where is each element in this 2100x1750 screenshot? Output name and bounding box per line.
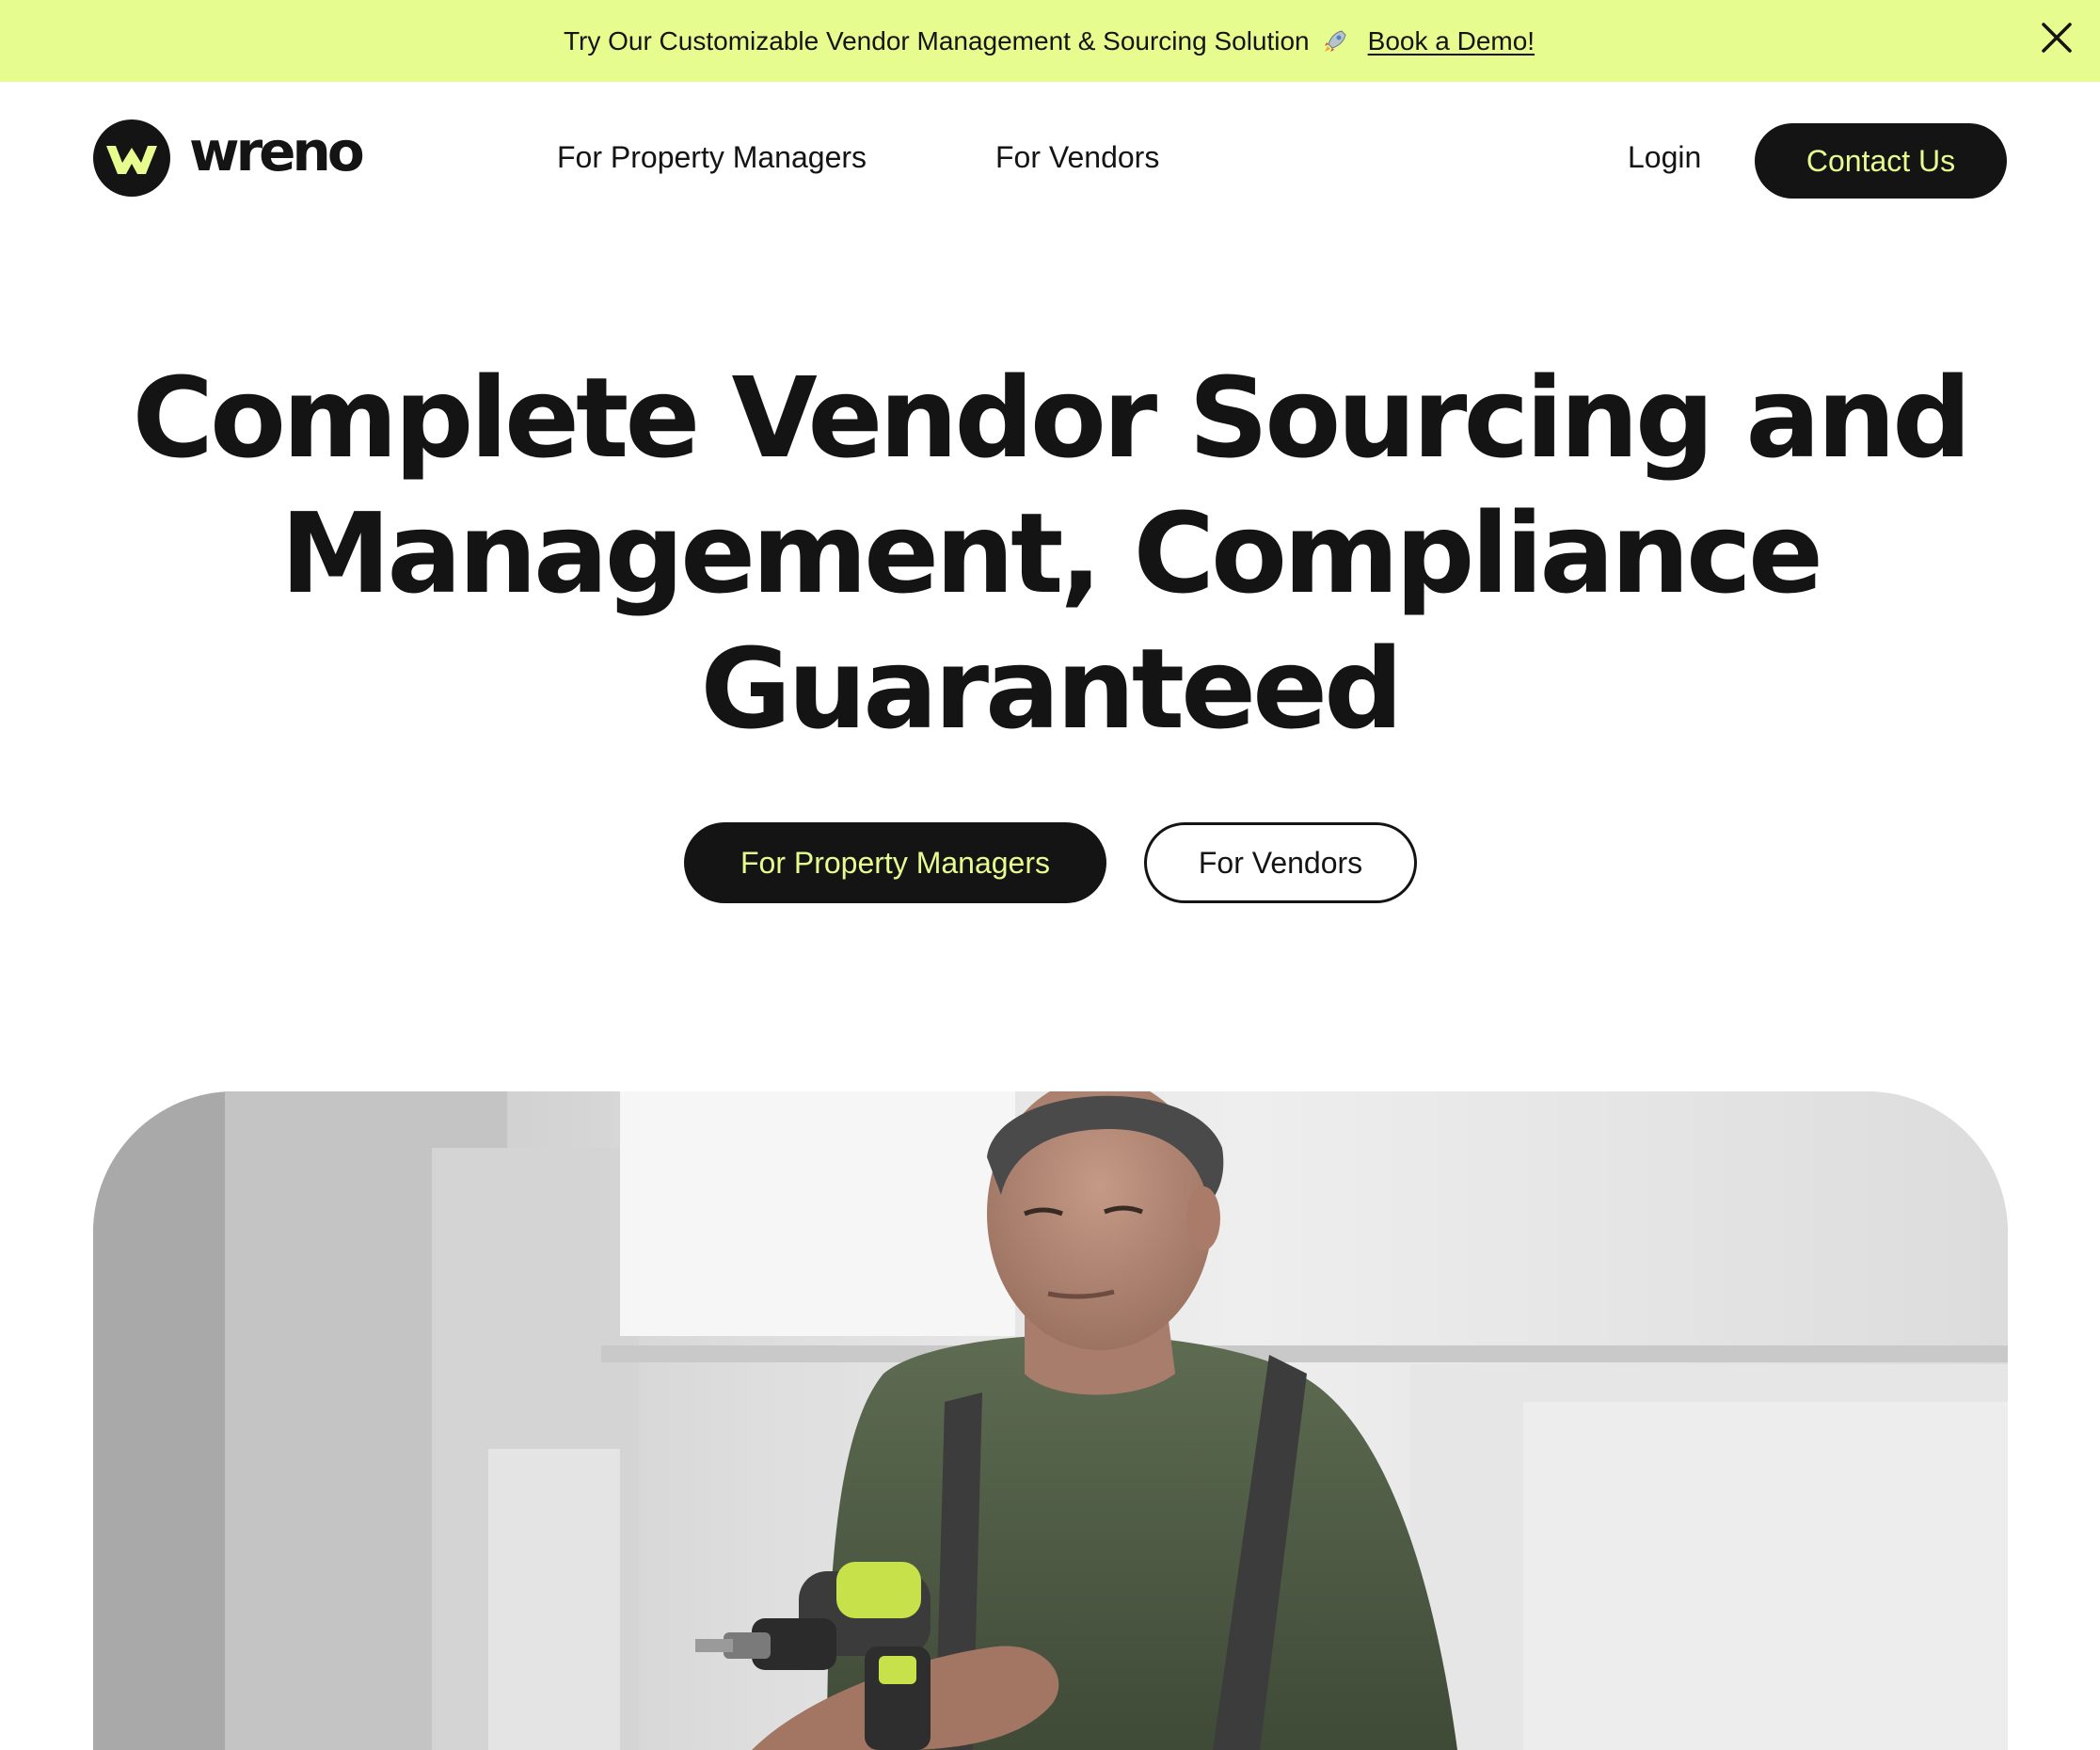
logo-wordmark: wreno (189, 119, 365, 183)
hero-property-managers-button[interactable]: For Property Managers (684, 822, 1106, 903)
nav-link-property-managers[interactable]: For Property Managers (557, 140, 867, 175)
banner-content: Try Our Customizable Vendor Management &… (564, 26, 1535, 56)
hero-title-line-3: Guaranteed (700, 624, 1403, 754)
close-banner-button[interactable] (2038, 19, 2076, 56)
worker-with-drill-photo-icon (93, 1091, 2008, 1750)
hero-title-line-2: Management, Compliance (279, 488, 1823, 618)
wreno-logo[interactable]: wreno (93, 119, 365, 197)
top-navigation: wreno For Property Managers For Vendors … (0, 82, 2100, 238)
book-demo-link[interactable]: Book a Demo! (1368, 26, 1535, 56)
nav-link-vendors[interactable]: For Vendors (995, 140, 1159, 175)
wreno-logo-mark-icon (93, 119, 170, 197)
rocket-icon (1324, 29, 1346, 52)
hero-vendors-button[interactable]: For Vendors (1144, 822, 1417, 903)
announcement-banner: Try Our Customizable Vendor Management &… (0, 0, 2100, 82)
banner-text: Try Our Customizable Vendor Management &… (563, 25, 1310, 56)
hero-image (93, 1091, 2008, 1750)
hero-title-line-1: Complete Vendor Sourcing and (132, 353, 1971, 483)
hero-title: Complete Vendor Sourcing and Management,… (0, 350, 2100, 756)
close-icon (2042, 23, 2072, 53)
contact-us-button[interactable]: Contact Us (1755, 123, 2007, 199)
login-link[interactable]: Login (1628, 140, 1701, 175)
